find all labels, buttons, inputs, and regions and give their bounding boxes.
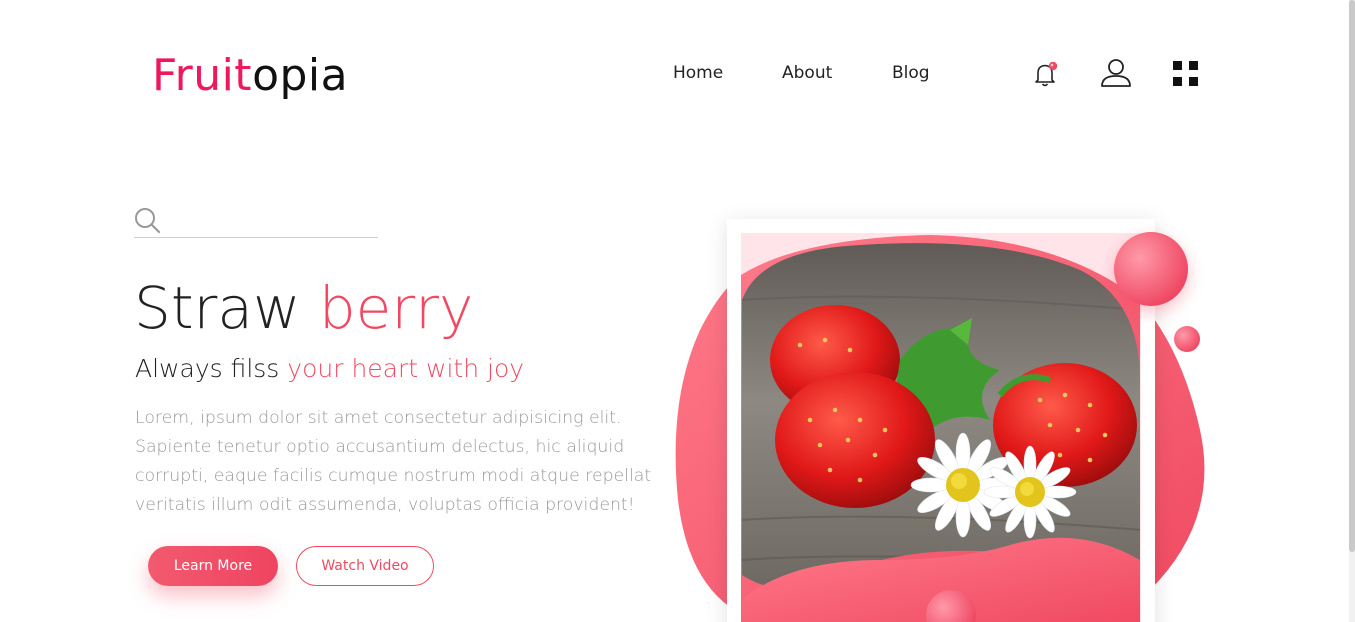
nav-link-blog[interactable]: Blog	[892, 62, 930, 84]
search-bar	[134, 205, 378, 238]
logo-text-dark: opia	[252, 50, 349, 101]
nav-link-home[interactable]: Home	[673, 62, 723, 84]
logo[interactable]: Fruitopia	[152, 48, 348, 104]
decor-ball-bottom	[926, 590, 976, 622]
strawberry-photo	[742, 243, 1140, 589]
decor-ball-small	[1174, 326, 1200, 352]
decor-ball-large	[1114, 232, 1188, 306]
watch-video-button[interactable]: Watch Video	[296, 546, 434, 586]
hero-title-accent: berry	[318, 274, 474, 342]
user-icon	[1101, 59, 1131, 87]
user-button[interactable]	[1100, 58, 1132, 88]
search-icon[interactable]	[134, 207, 162, 235]
hero-description: Lorem, ipsum dolor sit amet consectetur …	[135, 408, 652, 515]
nav-link-about[interactable]: About	[782, 62, 832, 84]
hero-subtitle: Always filss your heart with joy	[135, 352, 524, 386]
notification-button[interactable]	[1033, 60, 1059, 88]
photo-frame	[727, 219, 1155, 622]
page-scrollbar[interactable]	[1349, 0, 1355, 622]
logo-text-accent: Fruit	[152, 50, 253, 101]
hero-title: Straw berry	[134, 270, 473, 346]
scrollbar-thumb[interactable]	[1349, 0, 1355, 552]
learn-more-button[interactable]: Learn More	[148, 546, 278, 586]
bell-icon	[1035, 61, 1058, 87]
pink-blob-shape	[675, 233, 1205, 622]
hero-subtitle-accent: your heart with joy	[287, 354, 525, 383]
search-input[interactable]	[166, 207, 375, 235]
hero-subtitle-dark: Always filss	[135, 354, 288, 383]
menu-button[interactable]	[1172, 60, 1200, 88]
grid-menu-icon	[1173, 61, 1198, 86]
hero-title-dark: Straw	[134, 274, 319, 342]
page: Fruitopia Home About Blog Straw berry Al…	[0, 0, 1355, 622]
